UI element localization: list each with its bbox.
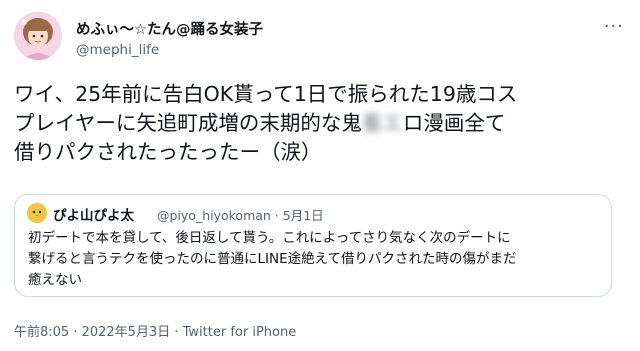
author-avatar[interactable] xyxy=(14,12,62,60)
quoted-author-name: ぴよ山ぴよ太 xyxy=(53,208,134,224)
tweet-text-line-1: ワイ、25年前に告白OK貰って1日で振られた19歳コス xyxy=(14,82,518,106)
quoted-tweet[interactable]: ぴよ山ぴよ太 @piyo_hiyokoman · 5月1日 初デートで本を貸して… xyxy=(14,194,612,297)
more-dots-icon[interactable]: ··· xyxy=(604,18,624,36)
tweet-footer: 午前8:05 · 2022年5月3日 · Twitter for iPhone xyxy=(14,321,296,340)
chick-icon xyxy=(27,203,47,223)
tweet-text-line-3: 借りパクされたったったー（涙） xyxy=(14,140,322,164)
avatar-image xyxy=(14,12,62,60)
tweet-timestamp[interactable]: 午前8:05 · 2022年5月3日 xyxy=(14,325,170,340)
author-handle[interactable]: @mephi_life xyxy=(76,42,159,58)
quoted-tweet-text: 初デートで本を貸して、後日返して貰う。これによってさり気なく次のデートに 繋げる… xyxy=(28,230,517,288)
tweet-source[interactable]: Twitter for iPhone xyxy=(183,325,297,340)
quoted-author-meta: @piyo_hiyokoman · 5月1日 xyxy=(157,208,324,223)
tweet-card: めふぃ〜☆たん@踊る女装子 @mephi_life ··· ワイ、25年前に告白… xyxy=(0,0,640,351)
tweet-text-line-2: プレイヤーに矢追町成増の末期的な鬼畜エロ漫画全て xyxy=(14,111,505,135)
author-display-name[interactable]: めふぃ〜☆たん@踊る女装子 xyxy=(76,18,263,39)
tweet-text: ワイ、25年前に告白OK貰って1日で振られた19歳コス プレイヤーに矢追町成増の… xyxy=(14,80,614,167)
blurred-text: 畜エ xyxy=(361,111,403,135)
footer-separator: · xyxy=(170,325,183,340)
